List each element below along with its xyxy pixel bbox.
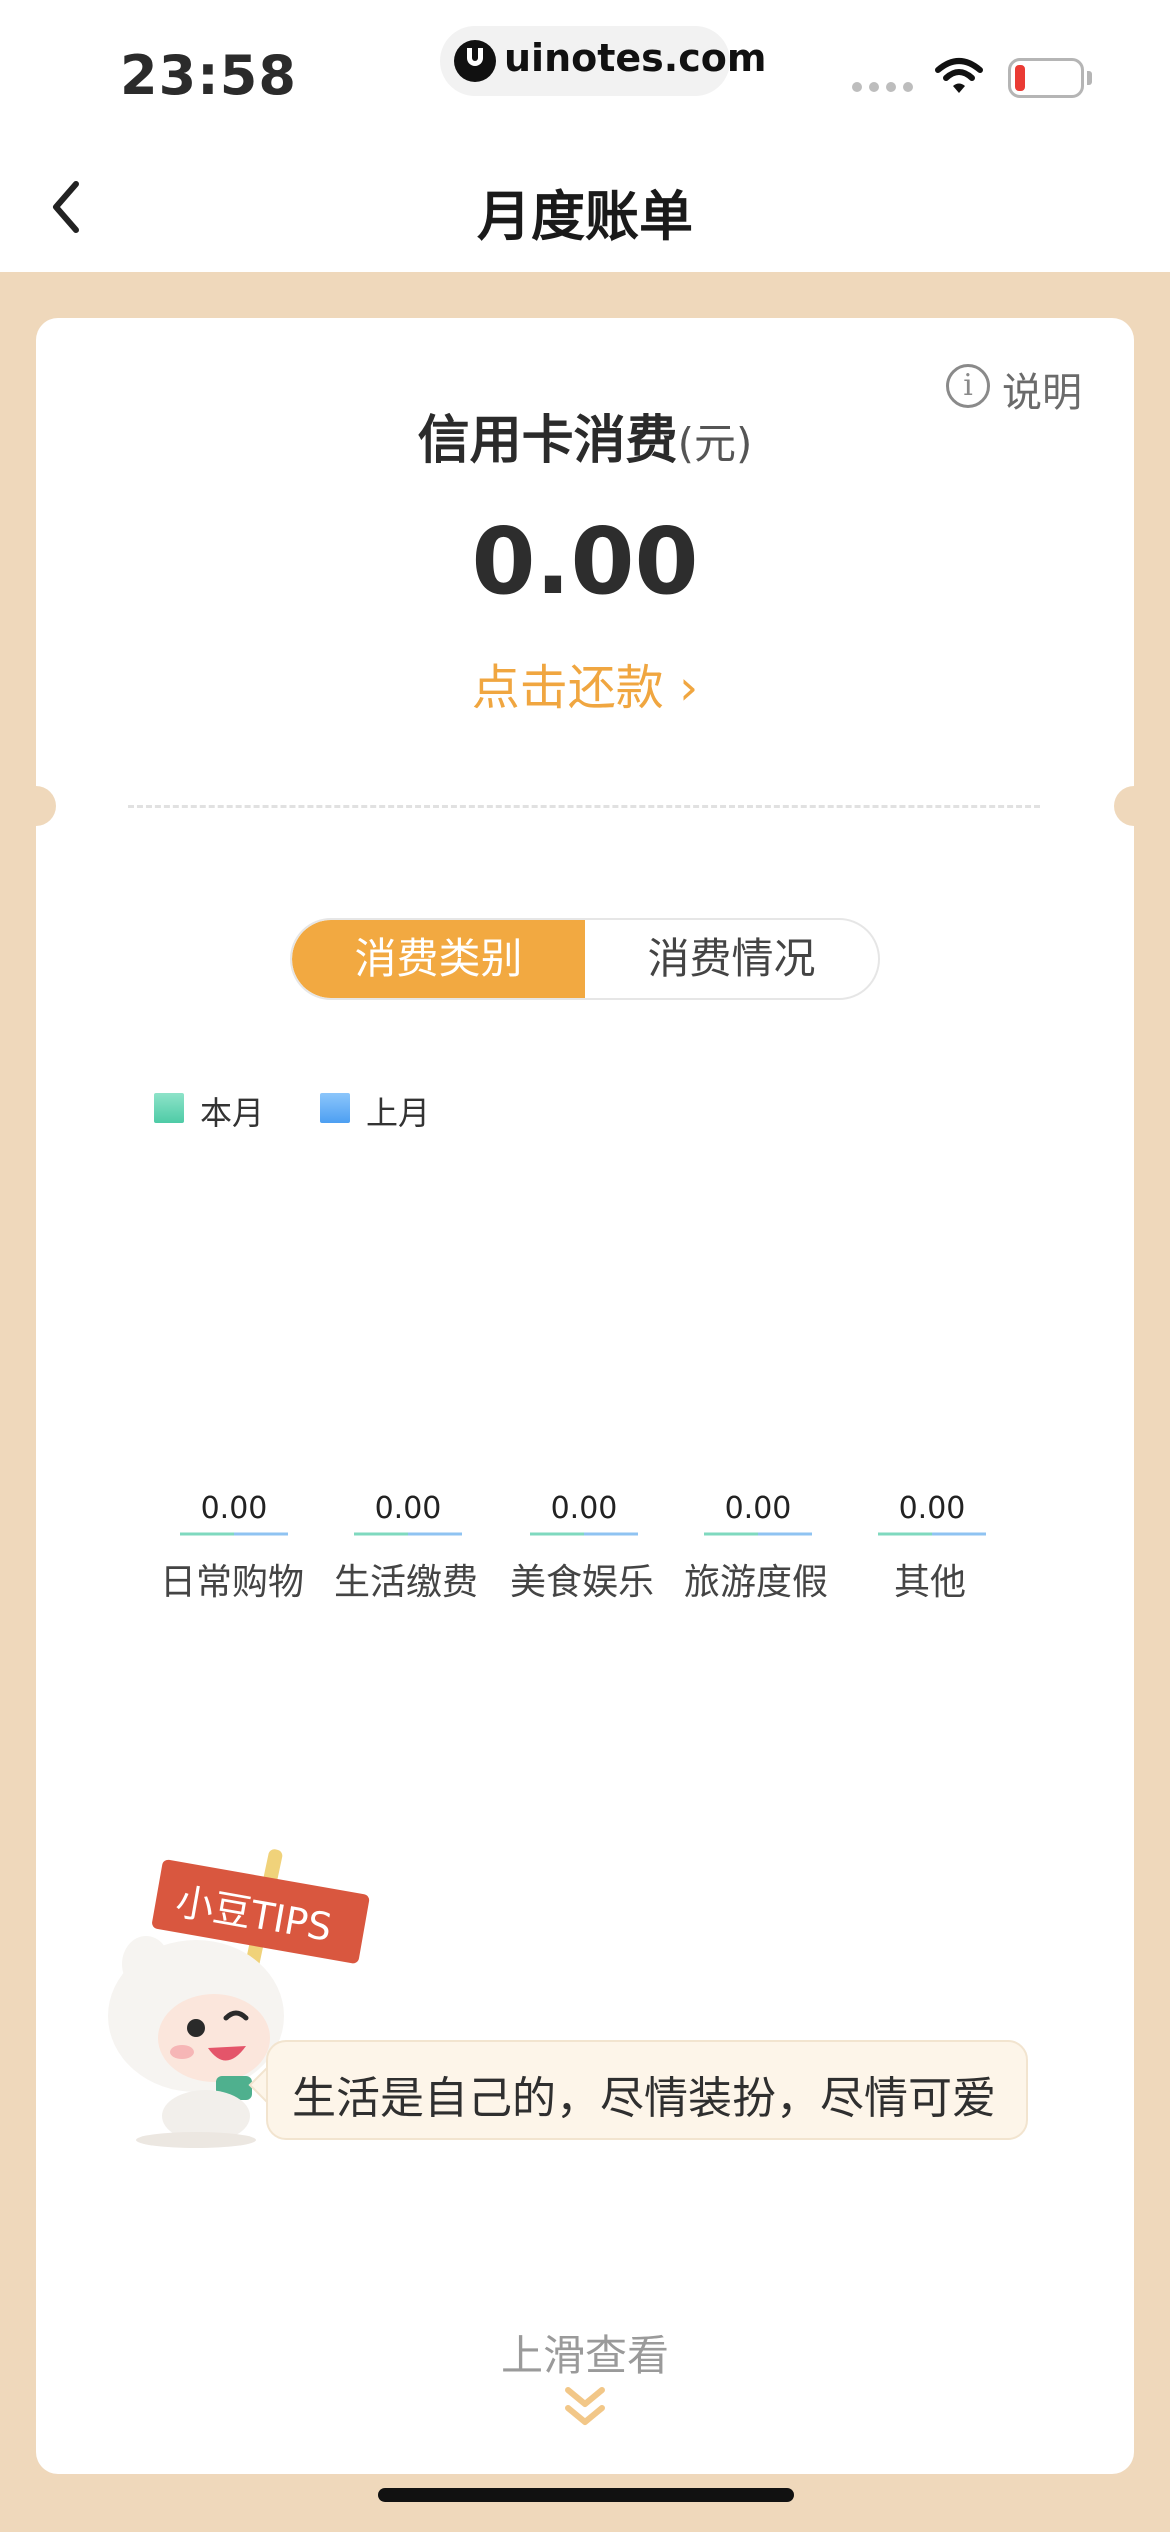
battery-level	[1015, 65, 1025, 91]
card-notch-left	[16, 786, 56, 826]
swipe-up-label: 上滑查看	[500, 2331, 669, 2380]
currency-unit: (元)	[677, 419, 753, 468]
divider	[128, 805, 1040, 808]
category-label: 旅游度假	[684, 1562, 828, 1603]
bar-value-label: 0.00	[201, 1491, 268, 1526]
spend-amount: 0.00	[471, 508, 699, 615]
tab-category[interactable]: 消费类别	[292, 920, 585, 998]
wifi-icon	[935, 58, 983, 93]
category-label: 其他	[894, 1562, 966, 1603]
battery-cap	[1087, 71, 1092, 85]
double-chevron-down-icon	[565, 2387, 605, 2425]
site-logo-mark	[467, 48, 483, 66]
tips-message: 生活是自己的，尽情装扮，尽情可爱	[292, 2073, 996, 2124]
repay-link[interactable]: 点击还款 ›	[0, 648, 1170, 718]
category-label: 生活缴费	[334, 1562, 478, 1603]
category-label: 美食娱乐	[510, 1562, 654, 1603]
card-notch-right	[1114, 786, 1154, 826]
page-title: 月度账单	[477, 185, 693, 248]
status-time: 23:58	[120, 44, 297, 107]
bar-value-label: 0.00	[375, 1491, 442, 1526]
bar-value-label: 0.00	[551, 1491, 618, 1526]
url-text: uinotes.com	[504, 36, 767, 80]
credit-title-text: 信用卡消费	[417, 411, 678, 471]
tab-switcher: 消费类别 消费情况	[290, 918, 880, 1000]
category-label: 日常购物	[160, 1562, 304, 1603]
credit-title: 信用卡消费(元)	[0, 398, 1170, 473]
cellular-signal-icon	[852, 82, 916, 94]
home-indicator	[378, 2488, 794, 2502]
bar-value-label: 0.00	[725, 1491, 792, 1526]
bar-value-label: 0.00	[899, 1491, 966, 1526]
tab-situation[interactable]: 消费情况	[585, 920, 878, 998]
category-bar-chart: 0.00 日常购物 0.00 生活缴费 0.00 美食娱乐 0.00 旅游度假 0.00 其他	[160, 1491, 986, 1603]
